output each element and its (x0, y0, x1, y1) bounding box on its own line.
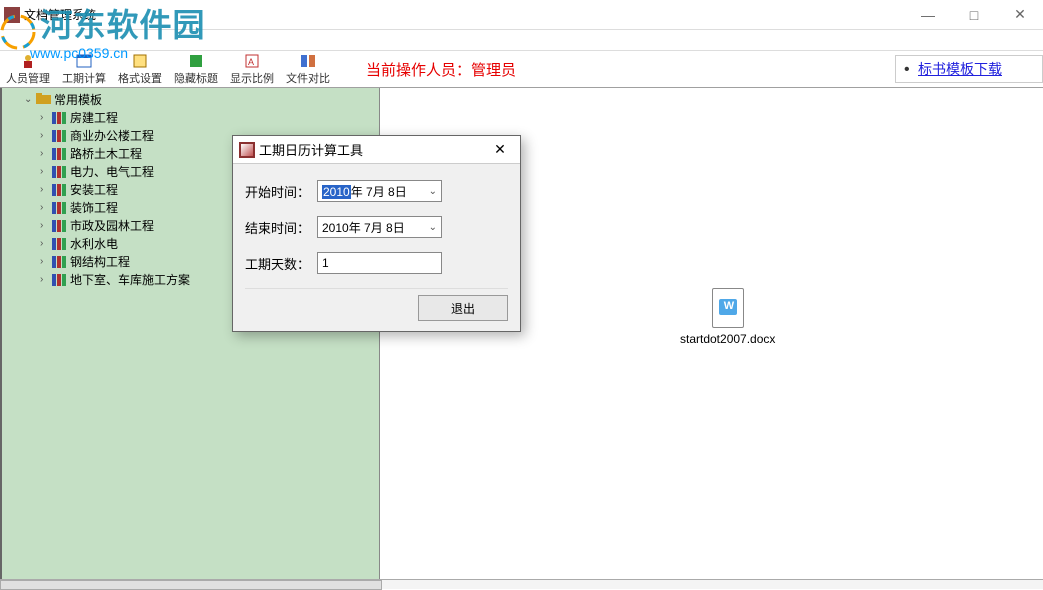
expand-icon[interactable]: › (40, 202, 50, 213)
file-item[interactable]: startdot2007.docx (680, 288, 775, 346)
tool-zoom-ratio[interactable]: A 显示比例 (224, 51, 280, 87)
end-time-label: 结束时间： (245, 218, 317, 237)
period-calendar-dialog: 工期日历计算工具 ✕ 开始时间： 2010年 7月 8日 ⌄ 结束时间： 201… (232, 135, 521, 332)
zoom-icon: A (244, 53, 260, 69)
books-icon (52, 254, 68, 268)
expand-icon[interactable]: › (40, 130, 50, 141)
tool-people-manage[interactable]: 人员管理 (0, 51, 56, 87)
books-icon (52, 164, 68, 178)
start-time-picker[interactable]: 2010年 7月 8日 ⌄ (317, 180, 442, 202)
status-bar (0, 579, 1043, 589)
books-icon (52, 182, 68, 196)
current-operator: 当前操作人员：管理员 (366, 59, 516, 80)
calendar-icon (76, 53, 92, 69)
person-icon (20, 53, 36, 69)
books-icon (52, 272, 68, 286)
end-time-picker[interactable]: 2010年 7月 8日 ⌄ (317, 216, 442, 238)
expand-icon[interactable]: › (40, 112, 50, 123)
books-icon (52, 236, 68, 250)
books-icon (52, 110, 68, 124)
books-icon (52, 146, 68, 160)
toolbar: 人员管理 工期计算 格式设置 隐藏标题 A 显示比例 文件对比 当前操作人员：管… (0, 50, 1043, 88)
close-button[interactable]: ✕ (997, 0, 1043, 30)
window-title: 文档管理系统 (24, 6, 96, 23)
tree-item[interactable]: ›房建工程 (2, 108, 379, 126)
template-download-link[interactable]: 标书模板下载 (918, 61, 1002, 77)
bullet-icon: • (904, 61, 910, 78)
books-icon (52, 200, 68, 214)
dialog-title: 工期日历计算工具 (259, 140, 363, 159)
dialog-icon (239, 142, 255, 158)
maximize-button[interactable]: □ (951, 0, 997, 30)
expand-icon[interactable]: › (40, 148, 50, 159)
dialog-close-button[interactable]: ✕ (482, 138, 518, 162)
days-label: 工期天数： (245, 254, 317, 273)
file-name: startdot2007.docx (680, 332, 775, 346)
chevron-down-icon: ⌄ (429, 222, 437, 233)
menubar (0, 30, 1043, 50)
expand-icon[interactable]: › (40, 274, 50, 285)
tool-file-compare[interactable]: 文件对比 (280, 51, 336, 87)
collapse-icon[interactable]: ⌄ (24, 94, 34, 105)
docx-file-icon (712, 288, 744, 328)
app-icon (4, 7, 20, 23)
exit-button[interactable]: 退出 (418, 295, 508, 321)
tool-format-setting[interactable]: 格式设置 (112, 51, 168, 87)
chevron-down-icon: ⌄ (429, 186, 437, 197)
expand-icon[interactable]: › (40, 184, 50, 195)
template-download-panel: • 标书模板下载 (895, 55, 1043, 83)
tool-period-calc[interactable]: 工期计算 (56, 51, 112, 87)
folder-icon (36, 92, 52, 106)
dialog-titlebar[interactable]: 工期日历计算工具 ✕ (233, 136, 520, 164)
expand-icon[interactable]: › (40, 238, 50, 249)
days-input[interactable]: 1 (317, 252, 442, 274)
books-icon (52, 128, 68, 142)
window-titlebar: 文档管理系统 — □ ✕ (0, 0, 1043, 30)
format-icon (132, 53, 148, 69)
start-time-label: 开始时间： (245, 182, 317, 201)
expand-icon[interactable]: › (40, 166, 50, 177)
tool-hide-title[interactable]: 隐藏标题 (168, 51, 224, 87)
svg-text:A: A (248, 57, 254, 67)
expand-icon[interactable]: › (40, 220, 50, 231)
books-icon (52, 218, 68, 232)
compare-icon (300, 53, 316, 69)
main-area: ⌄ 常用模板 ›房建工程›商业办公楼工程›路桥土木工程›电力、电气工程›安装工程… (0, 88, 1043, 579)
tree-root[interactable]: ⌄ 常用模板 (2, 90, 379, 108)
minimize-button[interactable]: — (905, 0, 951, 30)
expand-icon[interactable]: › (40, 256, 50, 267)
hide-icon (188, 53, 204, 69)
